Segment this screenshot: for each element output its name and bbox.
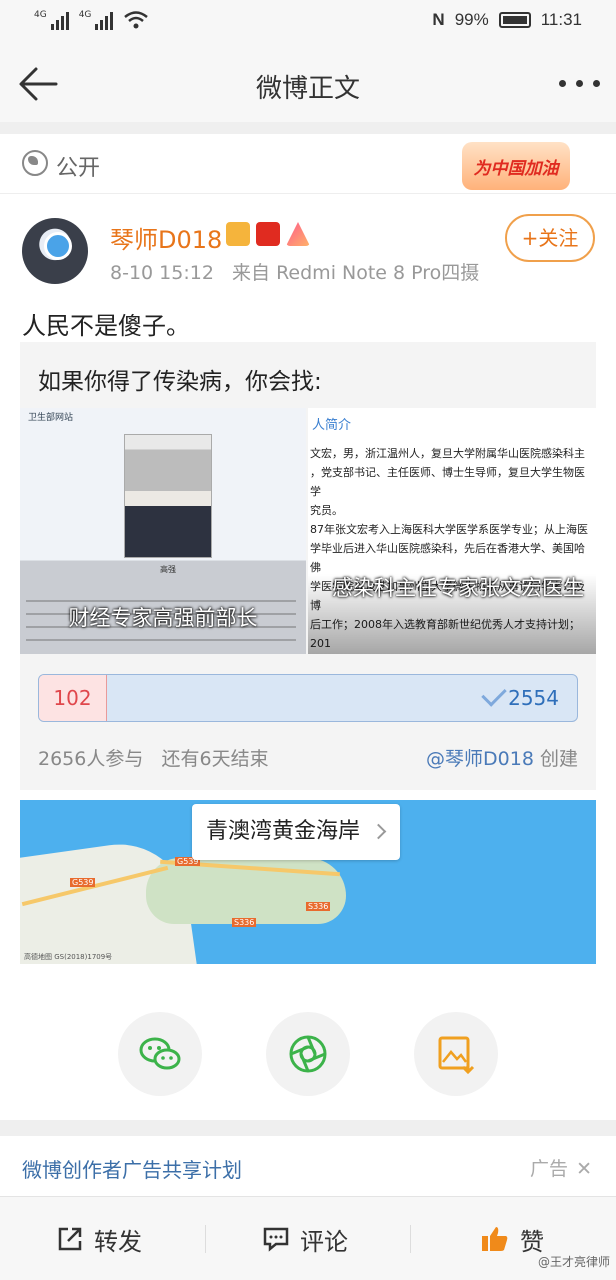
avatar[interactable] [22, 218, 88, 284]
like-button[interactable]: 赞 [480, 1219, 544, 1259]
toolbar-divider [205, 1225, 206, 1253]
map-copyright: 高德地图 GS(2018)1709号 [24, 953, 113, 961]
wifi-icon [124, 11, 149, 29]
poll-creator: @琴师D018 创建 [426, 744, 578, 771]
bottom-toolbar: 转发 评论 赞 @王才亮律师 [0, 1196, 616, 1280]
checkmark-icon [481, 681, 507, 707]
close-icon[interactable]: ✕ [576, 1158, 592, 1180]
vote-count-b: 2554 [508, 686, 559, 710]
signal-icon: 4G [34, 10, 69, 30]
repost-icon [58, 1227, 82, 1251]
like-icon [482, 1227, 508, 1251]
vote-count-a: 102 [39, 675, 107, 721]
save-image-button[interactable] [414, 1012, 498, 1096]
poll-card: 如果你得了传染病，你会找: 卫生部网站 高强 财经专家高强前部长 人简介 文宏，… [20, 342, 596, 790]
ad-title-link[interactable]: 微博创作者广告共享计划 [22, 1154, 242, 1183]
battery-percent: 99% [454, 10, 489, 29]
poll-stats: 2656人参与 还有6天结束 [38, 744, 269, 771]
comment-icon [263, 1227, 289, 1252]
vote-result-bar: 102 2554 [38, 674, 578, 722]
road-tag: G539 [70, 878, 96, 887]
portrait-image [124, 434, 212, 558]
post-time: 8-10 15:12 [110, 262, 214, 284]
toolbar-divider [410, 1225, 411, 1253]
location-map[interactable]: G539 G539 S336 S336 青澳湾黄金海岸 高德地图 GS(2018… [20, 800, 596, 964]
poll-creator-link[interactable]: @琴师D018 [426, 748, 534, 770]
signal-icon: 4G [79, 10, 114, 30]
user-badges [226, 222, 310, 246]
username[interactable]: 琴师D018 [110, 220, 222, 255]
poll-option-a-label: 财经专家高强前部长 [68, 606, 258, 630]
share-wechat-button[interactable] [118, 1012, 202, 1096]
nav-bar: 微博正文 [0, 44, 616, 122]
poll-participants: 2656人参与 [38, 748, 144, 770]
nfc-icon: N [432, 10, 445, 29]
divider [0, 1120, 616, 1136]
poll-option-a[interactable]: 卫生部网站 高强 财经专家高强前部长 [20, 408, 306, 654]
more-options-icon[interactable] [559, 80, 600, 87]
post-source: 来自 Redmi Note 8 Pro四摄 [232, 262, 480, 284]
divider [0, 122, 616, 134]
post-meta: 8-10 15:12 来自 Redmi Note 8 Pro四摄 [110, 258, 479, 285]
poll-question: 如果你得了传染病，你会找: [38, 369, 322, 395]
page-title: 微博正文 [255, 74, 360, 104]
repost-button[interactable]: 转发 [56, 1219, 142, 1259]
share-moments-button[interactable] [266, 1012, 350, 1096]
location-name[interactable]: 青澳湾黄金海岸 [192, 804, 401, 860]
site-label: 卫生部网站 [28, 413, 74, 423]
triangle-badge-icon [286, 222, 310, 246]
china-support-badge[interactable]: 为中国加油 [462, 142, 570, 190]
ad-tag[interactable]: 广告 ✕ [530, 1154, 592, 1181]
follow-button[interactable]: +关注 [505, 214, 595, 262]
signal-indicators: 4G 4G [34, 10, 149, 30]
repost-label: 转发 [94, 1227, 142, 1256]
road-tag: S336 [232, 918, 257, 927]
crown-badge-icon [226, 222, 250, 246]
status-bar: 4G 4G N 99% 11:31 [0, 0, 616, 44]
visibility-row: 公开 为中国加油 [0, 134, 616, 194]
moments-icon [289, 1035, 327, 1073]
poll-remaining: 还有6天结束 [161, 748, 269, 770]
watermark: @王才亮律师 [537, 1255, 610, 1269]
road-tag: S336 [306, 902, 331, 911]
ad-row: 微博创作者广告共享计划 广告 ✕ [0, 1136, 616, 1196]
post-text: 人民不是傻子。 [22, 312, 190, 340]
battery-icon [498, 12, 531, 28]
portrait-caption: 高强 [160, 565, 176, 574]
wechat-icon [139, 1037, 181, 1070]
share-row [0, 1010, 616, 1110]
like-label: 赞 [520, 1227, 544, 1256]
ad-label: 广告 [530, 1158, 569, 1180]
bio-header: 人简介 [312, 418, 352, 433]
visibility-label: 公开 [56, 156, 101, 181]
comment-label: 评论 [300, 1227, 348, 1256]
poll-option-b-label: 感染科主任专家张文宏医生 [332, 576, 584, 600]
poll-option-b[interactable]: 人简介 文宏，男，浙江温州人，复旦大学附属华山医院感染科主 ，党支部书记、主任医… [308, 408, 596, 654]
save-image-icon [438, 1036, 475, 1075]
china-flag-icon [256, 222, 280, 246]
globe-icon [22, 150, 48, 176]
comment-button[interactable]: 评论 [262, 1219, 348, 1259]
clock: 11:31 [540, 10, 582, 29]
poll-creator-suffix: 创建 [539, 748, 578, 770]
